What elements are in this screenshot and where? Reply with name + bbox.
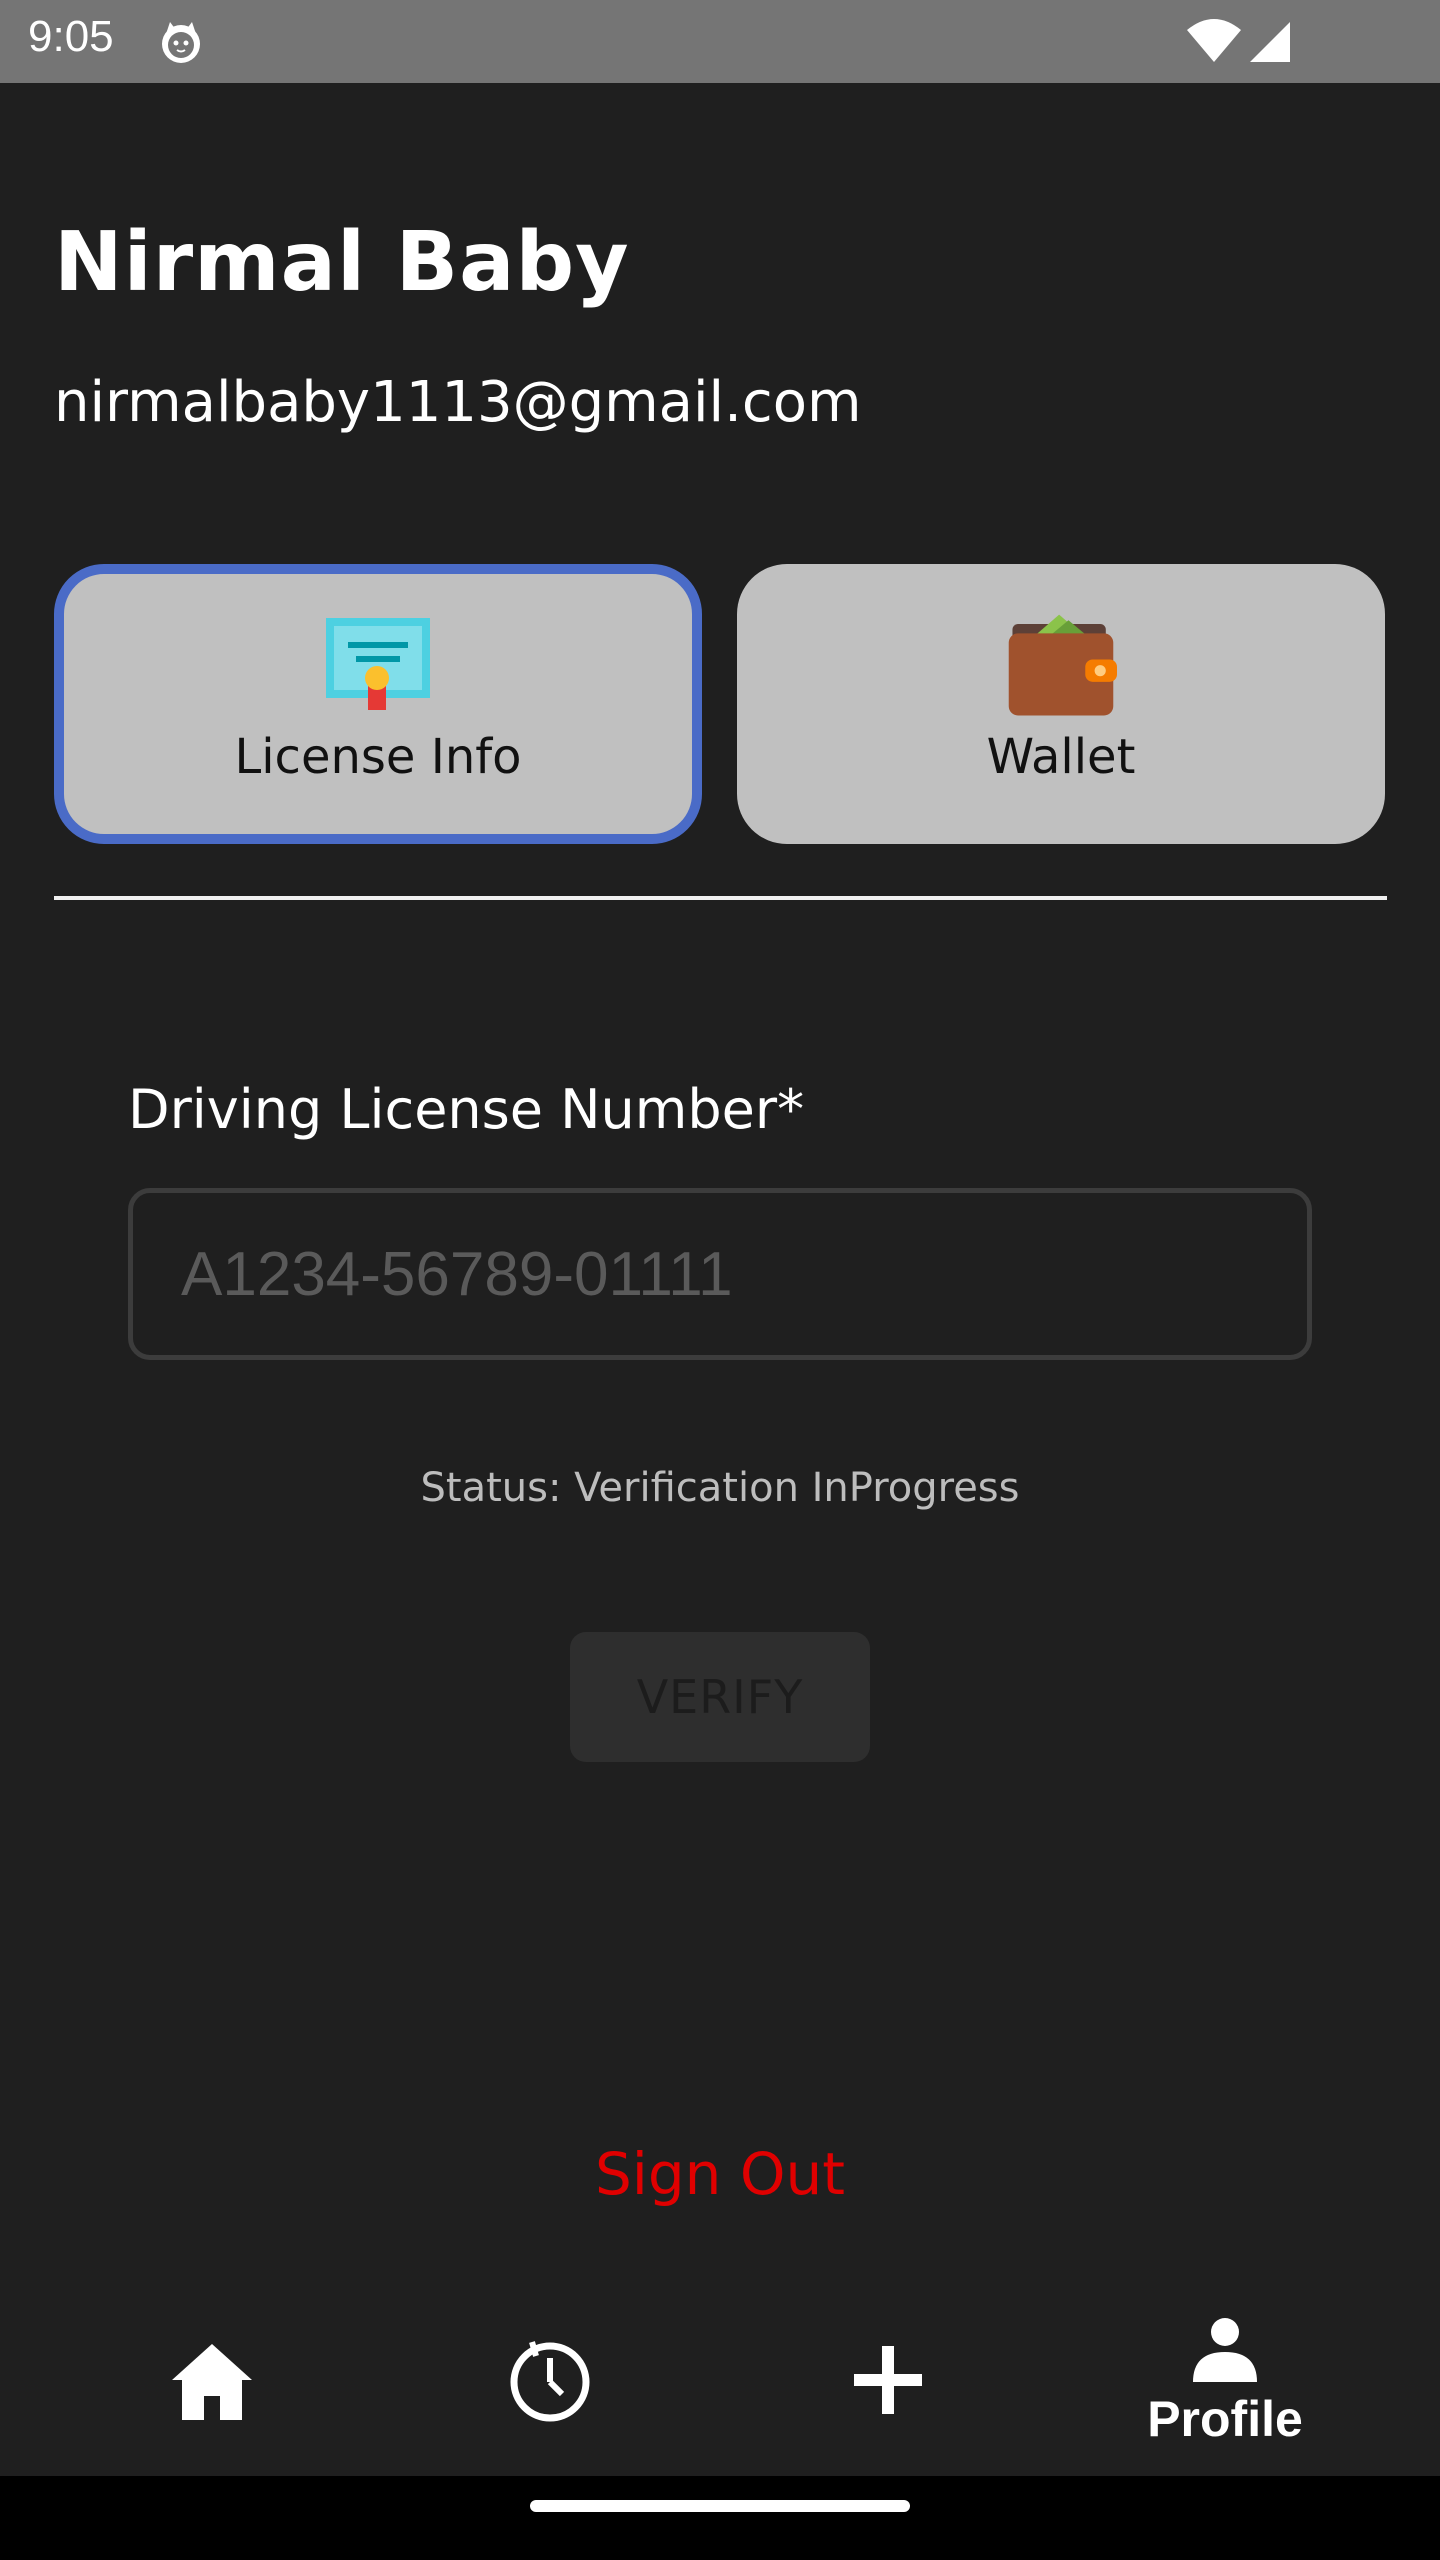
tabs-divider (54, 896, 1387, 900)
user-name: Nirmal Baby (54, 215, 630, 310)
user-email: nirmalbaby1113@gmail.com (54, 370, 862, 435)
wifi-icon (1187, 19, 1241, 62)
nav-history[interactable] (370, 2290, 730, 2476)
home-icon (172, 2344, 252, 2420)
nav-profile-label: Profile (1147, 2391, 1303, 2447)
verify-button[interactable]: VERIFY (570, 1632, 870, 1762)
profile-person-icon (1193, 2318, 1257, 2382)
license-number-label: Driving License Number* (128, 1078, 805, 1141)
tab-license-info[interactable]: License Info (54, 564, 702, 844)
license-number-input[interactable] (128, 1188, 1312, 1360)
bottom-navigation: Profile (0, 2290, 1440, 2476)
cat-notification-icon (162, 22, 200, 63)
wallet-icon (1008, 614, 1117, 716)
status-bar: 9:05 (0, 0, 1440, 83)
sign-out-button[interactable]: Sign Out (0, 2140, 1440, 2208)
system-gesture-area (0, 2476, 1440, 2560)
status-time: 9:05 (28, 12, 114, 61)
add-icon (854, 2346, 922, 2414)
verification-status: Status: Verification InProgress (420, 1465, 1020, 1511)
nav-add[interactable] (708, 2290, 1068, 2476)
history-clock-icon (510, 2341, 590, 2422)
tab-label: License Info (234, 729, 522, 785)
home-gesture-handle[interactable] (530, 2500, 910, 2512)
tab-label: Wallet (986, 729, 1136, 785)
nav-profile[interactable]: Profile (1045, 2290, 1405, 2476)
license-certificate-icon (326, 618, 430, 710)
cell-signal-icon (1250, 22, 1290, 62)
tab-wallet[interactable]: Wallet (737, 564, 1385, 844)
nav-home[interactable] (32, 2290, 392, 2476)
